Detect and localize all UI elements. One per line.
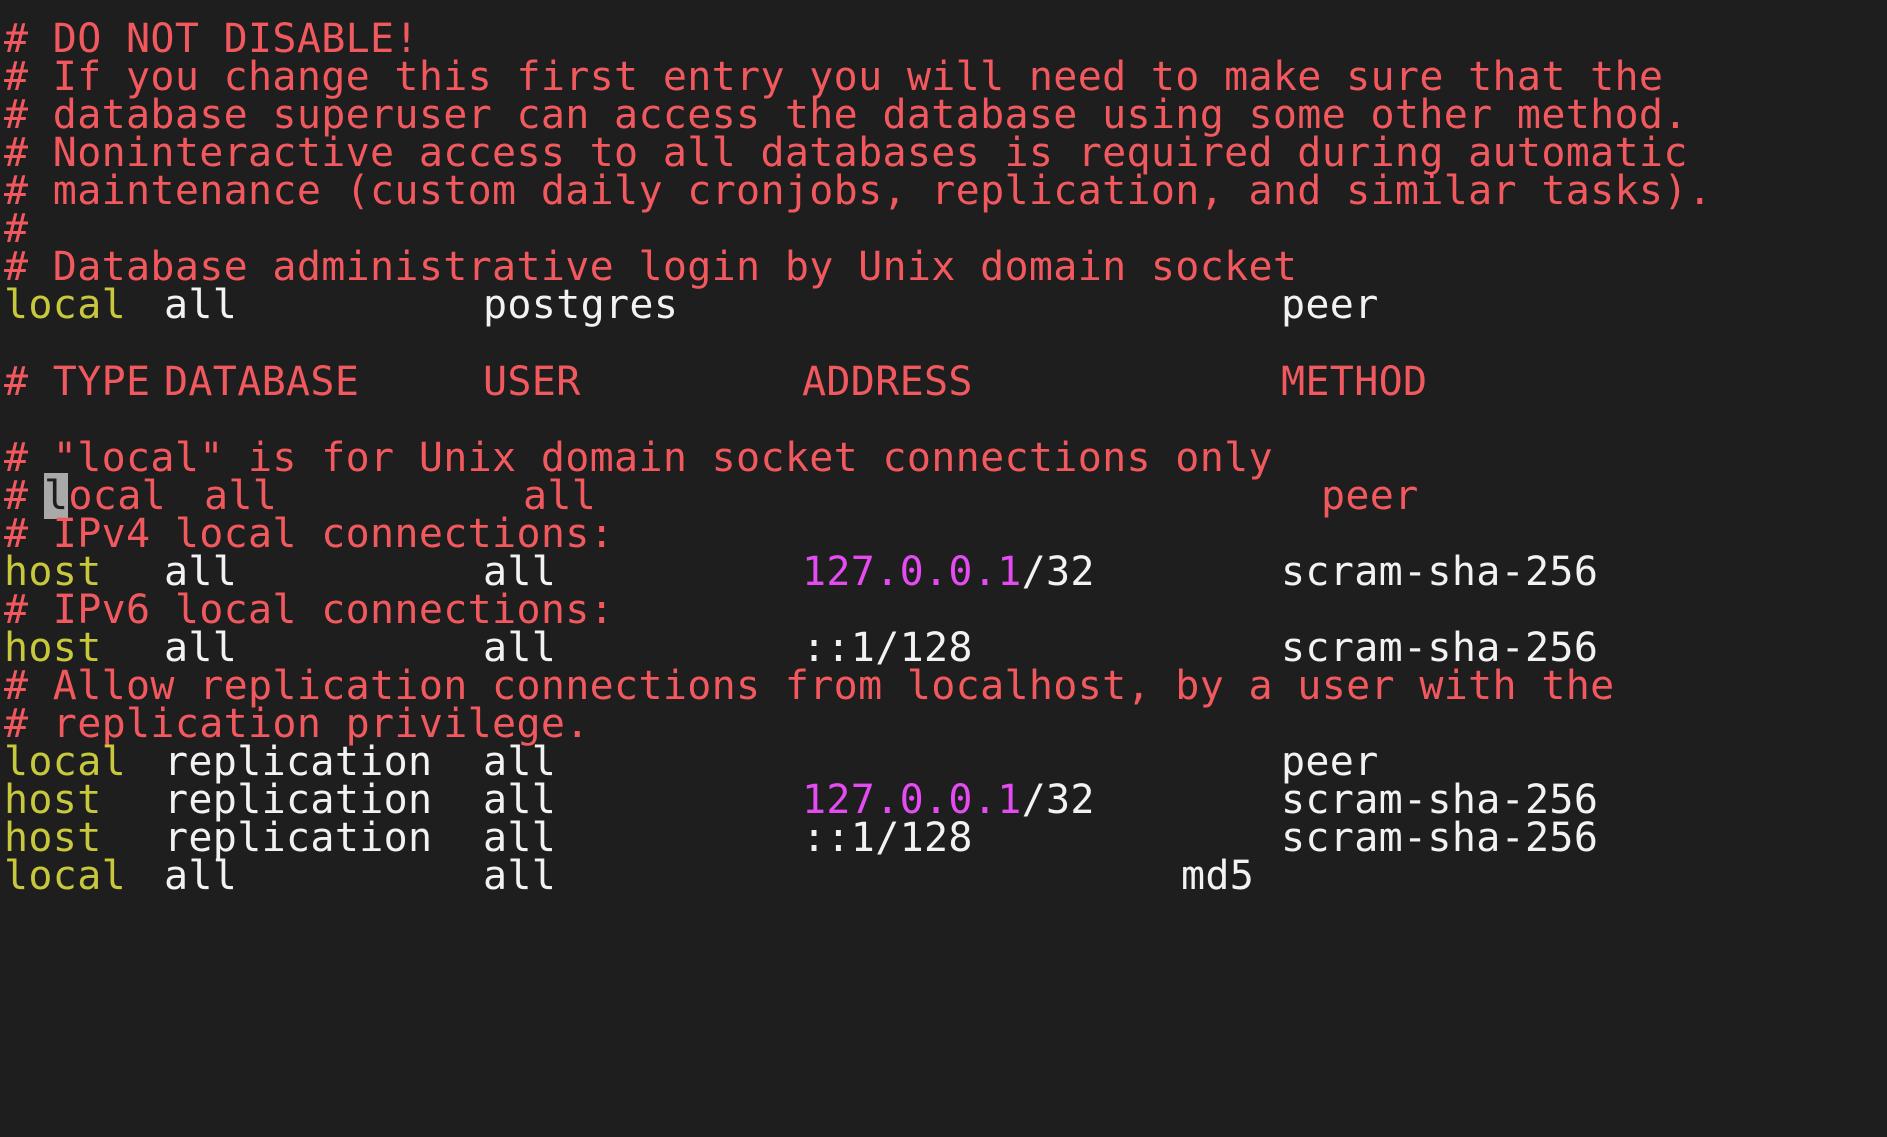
entry-user: all bbox=[483, 853, 557, 899]
header-type: # TYPE bbox=[4, 359, 151, 405]
header-database: DATABASE bbox=[164, 359, 360, 405]
ip-address: 127.0.0.1 bbox=[802, 549, 1022, 595]
entry-method: scram-sha-256 bbox=[1281, 549, 1599, 595]
entry-type: local bbox=[4, 853, 127, 899]
column-header-row: # TYPE DATABASE USER ADDRESS METHOD bbox=[4, 359, 1427, 405]
address-suffix: /32 bbox=[1021, 549, 1095, 595]
commented-entry-method: peer bbox=[1321, 473, 1419, 519]
comment-line: # maintenance (custom daily cronjobs, re… bbox=[4, 168, 1713, 214]
entry-database: all bbox=[164, 853, 238, 899]
entry-address: ::1/128 bbox=[802, 815, 973, 861]
header-method: METHOD bbox=[1281, 359, 1428, 405]
entry-database: all bbox=[164, 282, 238, 328]
hba-entry-row: local all all md5 bbox=[4, 853, 1254, 899]
entry-type: local bbox=[4, 282, 127, 328]
entry-method: peer bbox=[1281, 282, 1379, 328]
header-user: USER bbox=[483, 359, 581, 405]
entry-method: scram-sha-256 bbox=[1281, 815, 1599, 861]
terminal-editor[interactable]: # DO NOT DISABLE! # If you change this f… bbox=[0, 0, 1887, 1104]
header-address: ADDRESS bbox=[802, 359, 973, 405]
address-suffix: /32 bbox=[1021, 777, 1095, 823]
hba-entry-row: local all postgres peer bbox=[4, 282, 1378, 328]
entry-user: postgres bbox=[483, 282, 679, 328]
entry-address: 127.0.0.1/32 bbox=[802, 549, 1095, 595]
comment-line: # "local" is for Unix domain socket conn… bbox=[4, 435, 1273, 481]
entry-method: md5 bbox=[1181, 853, 1255, 899]
